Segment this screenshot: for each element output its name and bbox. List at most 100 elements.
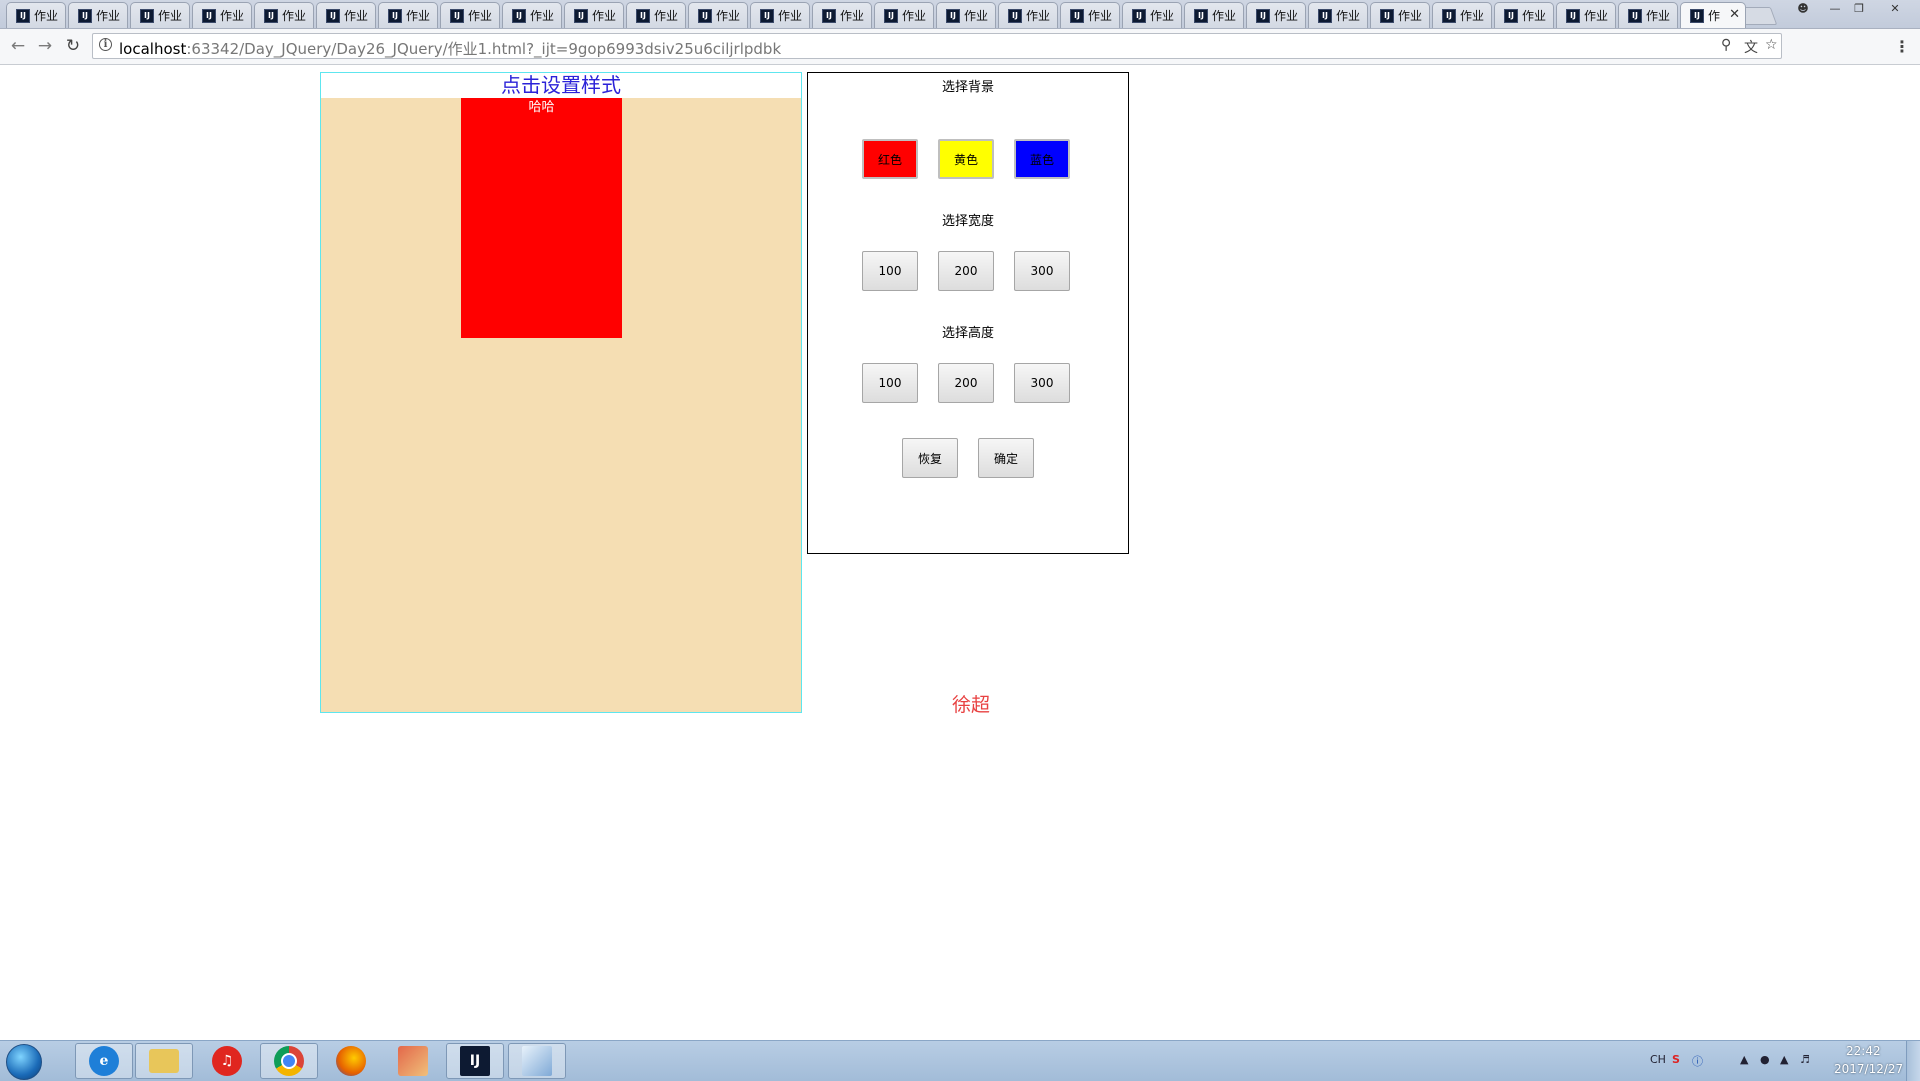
height-100-button[interactable]: 100 [862, 363, 918, 403]
tab-title: 作业 [344, 9, 369, 23]
tab[interactable]: IJ 作业 [998, 2, 1058, 28]
netease-music-icon: ♫ [212, 1046, 242, 1076]
tab[interactable]: IJ 作业 [626, 2, 686, 28]
tab[interactable]: IJ 作业 [1494, 2, 1554, 28]
tab[interactable]: IJ 作业 [1184, 2, 1244, 28]
bg-red-button[interactable]: 红色 [862, 139, 918, 179]
tab[interactable]: IJ 作业 [1122, 2, 1182, 28]
minimize-button[interactable]: — [1824, 0, 1846, 16]
tab[interactable]: IJ 作业 [812, 2, 872, 28]
address-bar[interactable]: i localhost:63342/Day_JQuery/Day26_JQuer… [92, 33, 1782, 59]
tab[interactable]: IJ 作业 [1556, 2, 1616, 28]
forward-icon[interactable]: → [35, 36, 55, 56]
tab-active[interactable]: IJ 作 ✕ [1680, 2, 1746, 28]
tab[interactable]: IJ 作业 [874, 2, 934, 28]
taskbar-intellij[interactable]: IJ [446, 1043, 504, 1079]
bg-yellow-button[interactable]: 黄色 [938, 139, 994, 179]
notepad-icon [522, 1046, 552, 1076]
confirm-button[interactable]: 确定 [978, 438, 1034, 478]
tab[interactable]: IJ 作业 [688, 2, 748, 28]
info-icon[interactable]: i [99, 38, 112, 51]
tab[interactable]: IJ 作业 [6, 2, 66, 28]
url-text[interactable]: localhost:63342/Day_JQuery/Day26_JQuery/… [119, 38, 781, 59]
styled-box: 哈哈 [461, 98, 622, 338]
help-icon[interactable]: ⓘ [1692, 1053, 1703, 1069]
intellij-tab-icon: IJ [16, 8, 30, 23]
width-100-button[interactable]: 100 [862, 251, 918, 291]
ime-indicator[interactable]: CH [1650, 1053, 1666, 1066]
show-hidden-icons-icon[interactable]: ▲ [1740, 1053, 1748, 1066]
taskbar-chrome[interactable] [260, 1043, 318, 1079]
tab[interactable]: IJ 作业 [130, 2, 190, 28]
intellij-tab-icon: IJ [946, 8, 960, 23]
taskbar-ie[interactable]: e [75, 1043, 133, 1079]
tab-title: 作业 [34, 9, 59, 23]
clock-date[interactable]: 2017/12/27 [1834, 1062, 1903, 1076]
zoom-icon[interactable]: ⚲ [1721, 37, 1731, 53]
bookmark-star-icon[interactable]: ☆ [1765, 37, 1778, 53]
intellij-tab-icon: IJ [760, 8, 774, 23]
tab[interactable]: IJ 作业 [750, 2, 810, 28]
width-300-button[interactable]: 300 [1014, 251, 1070, 291]
explorer-icon [149, 1049, 179, 1073]
tab[interactable]: IJ 作业 [192, 2, 252, 28]
volume-icon[interactable]: ♬ [1800, 1053, 1810, 1066]
bg-blue-button[interactable]: 蓝色 [1014, 139, 1070, 179]
height-300-button[interactable]: 300 [1014, 363, 1070, 403]
tab[interactable]: IJ 作业 [1308, 2, 1368, 28]
qq-icon[interactable]: ● [1760, 1053, 1770, 1066]
app-icon [398, 1046, 428, 1076]
tab[interactable]: IJ 作业 [502, 2, 562, 28]
network-icon[interactable]: ▲ [1780, 1053, 1788, 1066]
tab[interactable]: IJ 作业 [316, 2, 376, 28]
intellij-tab-icon: IJ [1504, 8, 1518, 23]
tab-title: 作业 [282, 9, 307, 23]
clock-time[interactable]: 22:42 [1846, 1044, 1881, 1058]
tab-title: 作业 [902, 9, 927, 23]
tab-title: 作业 [778, 9, 803, 23]
menu-icon[interactable]: ⋮ [1894, 37, 1910, 56]
tab[interactable]: IJ 作业 [254, 2, 314, 28]
width-200-button[interactable]: 200 [938, 251, 994, 291]
profile-icon[interactable]: ☻ [1792, 0, 1814, 16]
back-icon[interactable]: ← [8, 36, 28, 56]
intellij-tab-icon: IJ [884, 8, 898, 23]
tab[interactable]: IJ 作业 [1060, 2, 1120, 28]
intellij-tab-icon: IJ [1132, 8, 1146, 23]
intellij-tab-icon: IJ [636, 8, 650, 23]
tab-title: 作业 [840, 9, 865, 23]
restore-button[interactable]: ❐ [1848, 0, 1870, 16]
tab-title: 作业 [1460, 9, 1485, 23]
translate-icon[interactable]: 文 [1744, 37, 1758, 57]
tab-title: 作业 [1274, 9, 1299, 23]
tab-strip: IJ 作业 IJ 作业 IJ 作业 IJ 作业 IJ 作业 IJ 作业 IJ 作业 IJ 作业 IJ 作业 IJ 作业… [0, 0, 1920, 29]
tab[interactable]: IJ 作业 [68, 2, 128, 28]
tab[interactable]: IJ 作业 [564, 2, 624, 28]
tab[interactable]: IJ 作业 [1432, 2, 1492, 28]
start-button[interactable] [6, 1044, 42, 1080]
tab[interactable]: IJ 作业 [1246, 2, 1306, 28]
reset-button[interactable]: 恢复 [902, 438, 958, 478]
tab[interactable]: IJ 作业 [378, 2, 438, 28]
tab[interactable]: IJ 作业 [1370, 2, 1430, 28]
sogou-icon[interactable]: S [1672, 1053, 1680, 1066]
reload-icon[interactable]: ↻ [63, 36, 83, 56]
taskbar-notepad[interactable] [508, 1043, 566, 1079]
tab-title: 作业 [530, 9, 555, 23]
show-desktop-button[interactable] [1906, 1041, 1920, 1081]
tab[interactable]: IJ 作业 [1618, 2, 1678, 28]
taskbar-netease[interactable]: ♫ [198, 1043, 256, 1079]
page-title[interactable]: 点击设置样式 [321, 73, 801, 97]
browser-toolbar: ← → ↻ i localhost:63342/Day_JQuery/Day26… [0, 29, 1920, 65]
tab-title: 作业 [1522, 9, 1547, 23]
height-200-button[interactable]: 200 [938, 363, 994, 403]
taskbar-app[interactable] [384, 1043, 442, 1079]
tab-close-icon[interactable]: ✕ [1729, 7, 1740, 22]
intellij-tab-icon: IJ [1690, 8, 1704, 23]
window-close-button[interactable]: ✕ [1884, 0, 1906, 16]
tab[interactable]: IJ 作业 [936, 2, 996, 28]
tab[interactable]: IJ 作业 [440, 2, 500, 28]
taskbar-explorer[interactable] [135, 1043, 193, 1079]
intellij-tab-icon: IJ [450, 8, 464, 23]
taskbar-firefox[interactable] [322, 1043, 380, 1079]
